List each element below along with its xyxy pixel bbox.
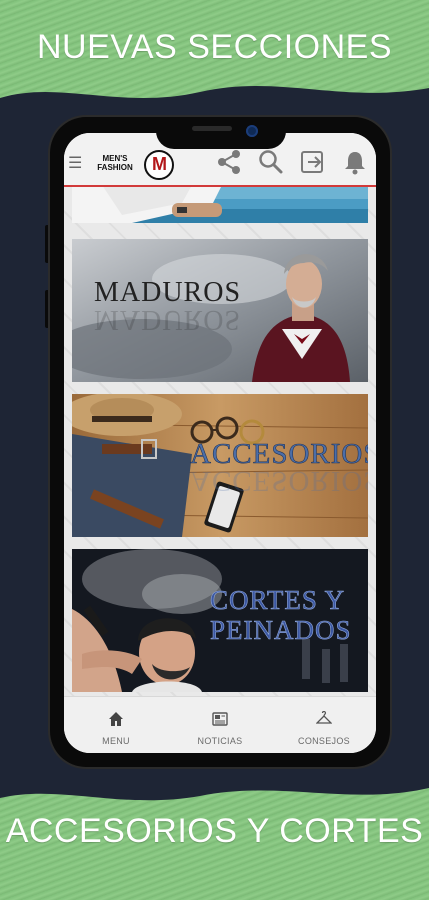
phone-frame: ☰ MEN'S FASHION M MADUROS MADUROS ACCESO… [50, 117, 390, 767]
nav-item-noticias[interactable]: NOTICIAS [168, 697, 272, 753]
bottom-navigation: MENU NOTICIAS CONSEJOS [64, 696, 376, 753]
phone-speaker [192, 126, 232, 131]
search-icon[interactable] [258, 149, 284, 175]
section-label-cortes-line2: PEINADOS [210, 615, 352, 646]
bottom-wave-shape [0, 770, 429, 801]
beach-photo [72, 185, 368, 223]
news-icon [212, 712, 228, 726]
section-card-beach[interactable] [72, 185, 368, 223]
section-card-accesorios[interactable]: ACCESORIOS ACCESORIOS [72, 394, 368, 537]
app-logo-text: MEN'S FASHION [97, 154, 133, 172]
logo-letter: M [152, 154, 167, 174]
home-icon [109, 712, 123, 726]
menu-icon[interactable]: ☰ [68, 153, 82, 173]
nav-label-menu: MENU [102, 736, 130, 746]
section-label-accesorios-reflection: ACCESORIOS [190, 465, 368, 497]
app-logo: M [144, 150, 174, 180]
section-label-maduros-reflection: MADUROS [94, 304, 242, 335]
nav-label-consejos: CONSEJOS [298, 736, 350, 746]
nav-item-consejos[interactable]: CONSEJOS [272, 697, 376, 753]
exit-icon[interactable] [300, 149, 326, 175]
promo-headline-top: NUEVAS SECCIONES [36, 28, 392, 66]
nav-item-menu[interactable]: MENU [64, 697, 168, 753]
section-card-cortes[interactable]: CORTES Y PEINADOS [72, 549, 368, 692]
share-icon[interactable] [216, 149, 242, 175]
section-label-cortes-line1: CORTES Y [210, 585, 346, 616]
section-card-maduros[interactable]: MADUROS MADUROS [72, 239, 368, 382]
app-screen: ☰ MEN'S FASHION M MADUROS MADUROS ACCESO… [64, 133, 376, 753]
front-camera [246, 125, 258, 137]
nav-label-noticias: NOTICIAS [197, 736, 243, 746]
bell-icon[interactable] [342, 149, 368, 175]
phone-notch [156, 117, 286, 149]
promo-headline-bottom: ACCESORIOS Y CORTES [5, 812, 424, 850]
hanger-icon [316, 711, 332, 724]
